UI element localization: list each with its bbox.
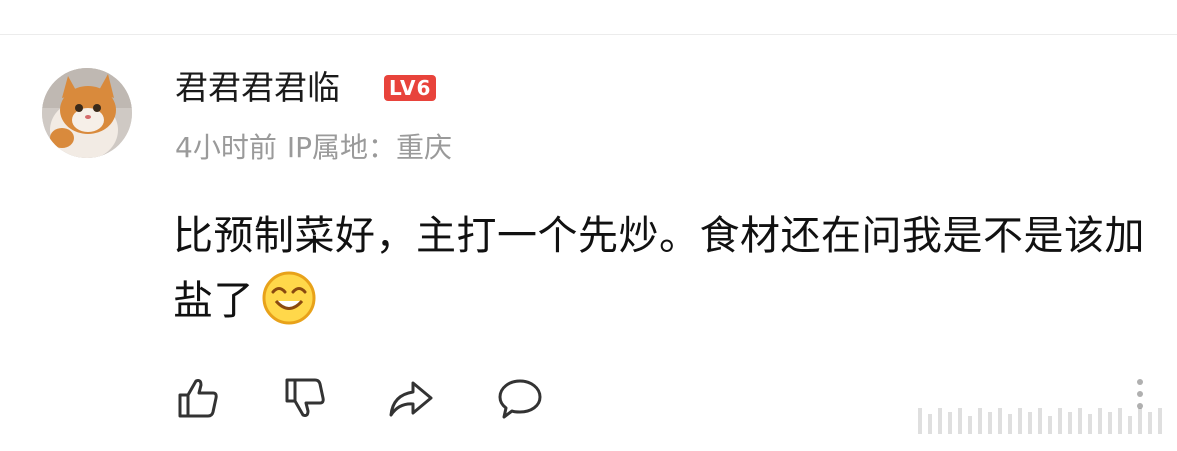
watermark-pattern [918,408,1162,434]
username[interactable]: 君君君君临 [175,66,340,110]
comment-meta: 4小时前 IP属地：重庆 [175,129,462,167]
thumbs-down-icon [285,378,325,417]
comment-bubble-icon [498,379,542,419]
thumbs-up-icon [178,379,218,418]
share-button[interactable] [386,374,436,422]
comment-text: 比预制菜好，主打一个先炒。食材还在问我是不是该加盐了 [173,204,1171,333]
dislike-button[interactable] [280,374,330,422]
comment-body: 比预制菜好，主打一个先炒。食材还在问我是不是该加盐了 [173,213,1145,324]
ip-location: IP属地：重庆 [286,131,452,164]
grinning-face-icon [262,271,316,325]
level-badge: LV6 [384,75,437,101]
share-arrow-icon [389,381,433,417]
like-button[interactable] [173,374,223,422]
cat-avatar-image [42,68,132,158]
comment-time: 4小时前 [175,131,277,164]
avatar[interactable] [42,68,132,158]
reply-button[interactable] [495,374,545,422]
top-divider [0,34,1177,35]
